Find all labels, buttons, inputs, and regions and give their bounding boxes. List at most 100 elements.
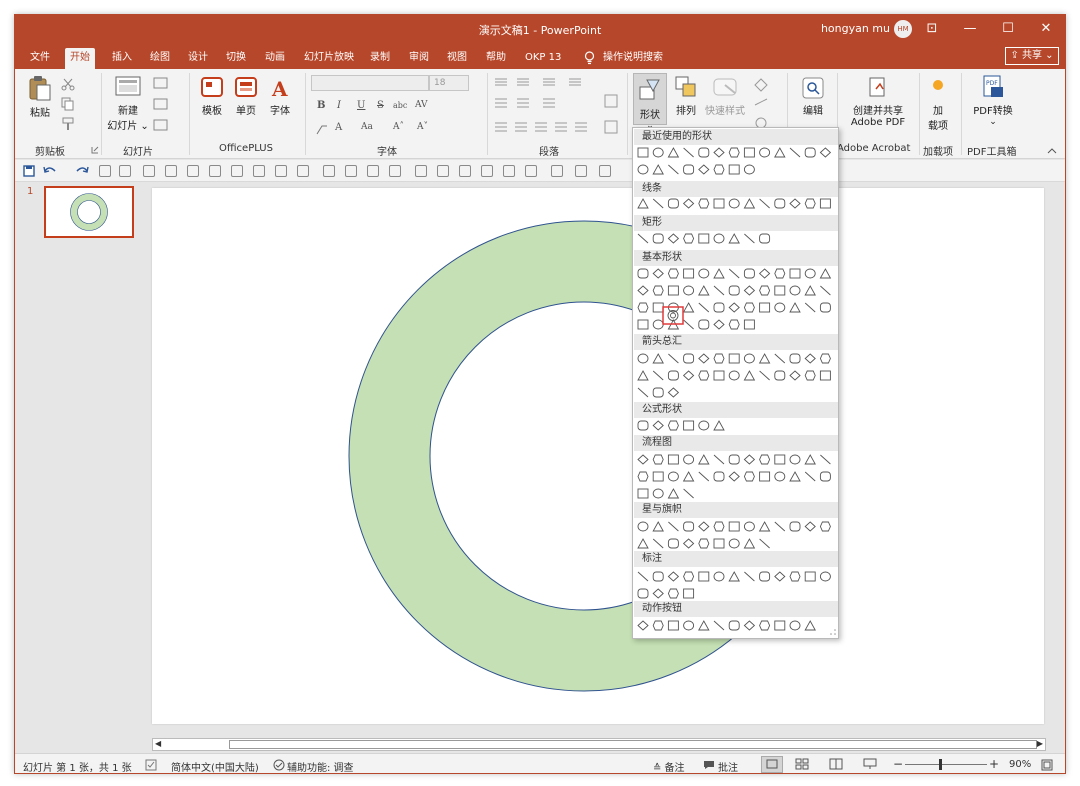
shape-option-icon[interactable] — [728, 620, 740, 631]
close-button[interactable]: ✕ — [1027, 15, 1065, 43]
template-button[interactable]: 模板 — [195, 77, 229, 117]
shape-option-icon[interactable] — [652, 454, 664, 465]
shape-option-icon[interactable] — [667, 198, 679, 209]
qat-monitor-icon[interactable] — [187, 165, 199, 177]
qat-lines-icon[interactable] — [525, 165, 537, 177]
tab-help[interactable]: 帮助 — [481, 48, 511, 69]
shape-option-icon[interactable] — [652, 370, 664, 381]
shape-option-icon[interactable] — [698, 147, 710, 158]
shape-option-icon[interactable] — [652, 268, 664, 279]
tab-draw[interactable]: 绘图 — [145, 48, 175, 69]
shape-option-icon[interactable] — [728, 285, 740, 296]
avatar[interactable]: HM — [894, 20, 912, 38]
shape-option-icon[interactable] — [713, 319, 725, 330]
shape-option-icon[interactable] — [774, 285, 786, 296]
shape-option-icon[interactable] — [774, 198, 786, 209]
shape-option-icon[interactable] — [713, 571, 725, 582]
shape-option-icon[interactable] — [728, 319, 740, 330]
shadow-button[interactable]: abc — [393, 101, 407, 110]
addins-button[interactable]: 加 载项 — [923, 77, 953, 132]
shape-option-icon[interactable] — [667, 147, 680, 158]
language-status[interactable]: 简体中文(中国大陆) — [171, 759, 259, 773]
shape-option-icon[interactable] — [713, 268, 725, 279]
qat-preview-icon[interactable] — [119, 165, 131, 177]
minimize-button[interactable]: — — [951, 15, 989, 43]
qat-copy-icon[interactable] — [345, 165, 357, 177]
shape-option-icon[interactable] — [789, 268, 801, 279]
shape-option-icon[interactable] — [743, 471, 755, 482]
shape-option-icon[interactable] — [804, 268, 816, 279]
shape-option-icon[interactable] — [682, 302, 695, 313]
slide-sorter-icon[interactable] — [795, 758, 809, 770]
shape-option-icon[interactable] — [683, 571, 695, 582]
shape-option-icon[interactable] — [713, 198, 725, 209]
shape-option-icon[interactable] — [713, 164, 725, 175]
shape-option-icon[interactable] — [759, 538, 770, 549]
shape-option-icon[interactable] — [698, 538, 710, 549]
collapse-ribbon-icon[interactable] — [1047, 147, 1057, 155]
shape-option-icon[interactable] — [667, 387, 680, 398]
shape-option-icon[interactable] — [698, 454, 710, 465]
shape-option-icon[interactable] — [819, 353, 831, 364]
qat-resize-icon[interactable] — [503, 165, 515, 177]
shape-option-icon[interactable] — [667, 285, 679, 296]
shape-option-icon[interactable] — [667, 620, 679, 631]
spell-check-icon[interactable] — [145, 759, 157, 771]
shape-option-icon[interactable] — [683, 319, 694, 330]
shape-option-icon[interactable] — [637, 233, 649, 244]
shape-option-icon[interactable] — [804, 285, 816, 296]
shape-option-icon[interactable] — [759, 471, 771, 482]
grow-font-button[interactable]: A˄ — [393, 122, 404, 132]
shape-option-icon[interactable] — [728, 164, 740, 175]
format-painter-icon[interactable] — [61, 117, 75, 131]
shape-option-icon[interactable] — [637, 488, 649, 499]
shape-option-icon[interactable] — [667, 370, 679, 381]
tab-view[interactable]: 视图 — [442, 48, 472, 69]
tab-design[interactable]: 设计 — [183, 48, 213, 69]
shape-option-icon[interactable] — [743, 620, 756, 631]
shape-option-icon[interactable] — [774, 521, 786, 532]
shape-option-icon[interactable] — [683, 147, 694, 158]
shape-option-icon[interactable] — [637, 353, 649, 364]
single-page-button[interactable]: 单页 — [229, 77, 263, 117]
shape-option-icon[interactable] — [774, 302, 786, 313]
shape-option-icon[interactable] — [652, 387, 664, 398]
shape-option-icon[interactable] — [728, 571, 740, 582]
shape-option-icon[interactable] — [637, 521, 649, 532]
shape-option-icon[interactable] — [683, 353, 695, 364]
shape-option-icon[interactable] — [637, 370, 649, 381]
font-name-select[interactable] — [311, 75, 429, 91]
shape-option-icon[interactable] — [820, 454, 831, 465]
shape-option-icon[interactable] — [804, 198, 816, 209]
shape-option-icon[interactable] — [698, 164, 710, 175]
layout-reset-section-icons[interactable] — [153, 77, 177, 143]
shape-option-icon[interactable] — [637, 285, 649, 296]
qat-group-icon[interactable] — [323, 165, 335, 177]
shape-option-icon[interactable] — [683, 521, 695, 532]
shape-option-icon[interactable] — [819, 571, 831, 582]
qat-outline-icon[interactable] — [551, 165, 563, 177]
shape-option-icon[interactable] — [759, 233, 771, 244]
qat-distribute-icon[interactable] — [437, 165, 449, 177]
shape-option-icon[interactable] — [743, 370, 756, 381]
shape-option-icon[interactable] — [789, 370, 801, 381]
shape-option-icon[interactable] — [804, 454, 816, 465]
shape-option-icon[interactable] — [804, 147, 816, 158]
shape-option-icon[interactable] — [713, 285, 725, 296]
shape-option-icon[interactable] — [743, 164, 755, 175]
qat-pen-icon[interactable] — [231, 165, 243, 177]
shape-option-icon[interactable] — [789, 454, 801, 465]
redo-icon[interactable] — [75, 165, 89, 177]
shape-option-icon[interactable] — [743, 538, 756, 549]
shape-option-icon[interactable] — [683, 233, 695, 244]
shape-option-icon[interactable] — [698, 302, 710, 313]
shape-option-icon[interactable] — [744, 571, 755, 582]
qat-shape-icon[interactable] — [389, 165, 401, 177]
shape-option-icon[interactable] — [789, 521, 801, 532]
clear-format-icon[interactable] — [315, 124, 329, 136]
shape-option-icon[interactable] — [774, 268, 786, 279]
shape-option-icon[interactable] — [698, 471, 710, 482]
shape-option-icon[interactable] — [728, 370, 740, 381]
shape-option-icon[interactable] — [667, 471, 679, 482]
shape-option-icon[interactable] — [713, 302, 725, 313]
